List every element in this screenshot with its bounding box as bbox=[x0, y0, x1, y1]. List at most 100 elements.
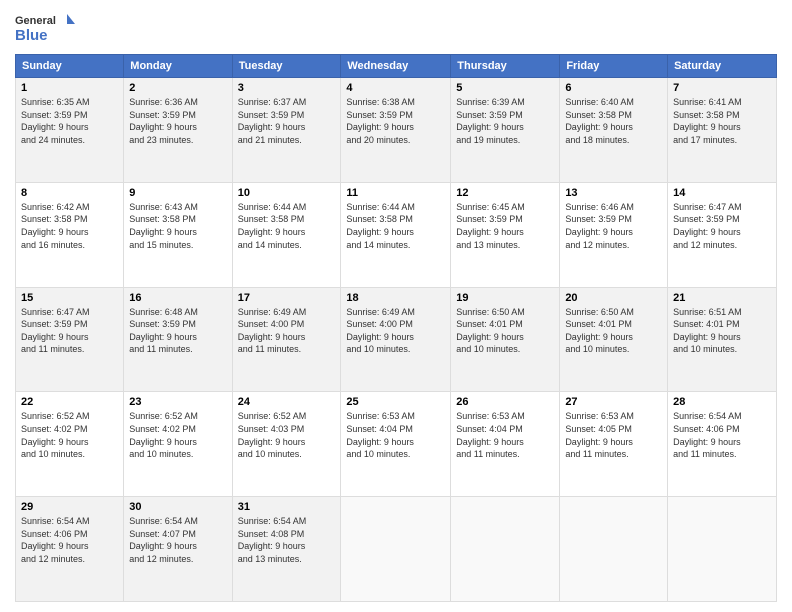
day-number: 15 bbox=[21, 292, 118, 304]
calendar-week-row: 8 Sunrise: 6:42 AM Sunset: 3:58 PM Dayli… bbox=[16, 182, 777, 287]
day-info: Sunrise: 6:35 AM Sunset: 3:59 PM Dayligh… bbox=[21, 96, 118, 146]
day-number: 21 bbox=[673, 292, 771, 304]
day-header-tuesday: Tuesday bbox=[232, 55, 341, 78]
calendar-cell bbox=[451, 497, 560, 602]
day-info: Sunrise: 6:53 AM Sunset: 4:04 PM Dayligh… bbox=[456, 410, 554, 460]
day-number: 1 bbox=[21, 82, 118, 94]
day-info: Sunrise: 6:36 AM Sunset: 3:59 PM Dayligh… bbox=[129, 96, 226, 146]
calendar-cell: 11 Sunrise: 6:44 AM Sunset: 3:58 PM Dayl… bbox=[341, 182, 451, 287]
calendar-cell: 16 Sunrise: 6:48 AM Sunset: 3:59 PM Dayl… bbox=[124, 287, 232, 392]
day-header-wednesday: Wednesday bbox=[341, 55, 451, 78]
calendar-week-row: 29 Sunrise: 6:54 AM Sunset: 4:06 PM Dayl… bbox=[16, 497, 777, 602]
day-number: 27 bbox=[565, 396, 662, 408]
day-number: 8 bbox=[21, 187, 118, 199]
day-number: 19 bbox=[456, 292, 554, 304]
calendar-cell: 17 Sunrise: 6:49 AM Sunset: 4:00 PM Dayl… bbox=[232, 287, 341, 392]
day-number: 25 bbox=[346, 396, 445, 408]
calendar-cell: 21 Sunrise: 6:51 AM Sunset: 4:01 PM Dayl… bbox=[668, 287, 777, 392]
day-number: 29 bbox=[21, 501, 118, 513]
day-header-monday: Monday bbox=[124, 55, 232, 78]
day-info: Sunrise: 6:52 AM Sunset: 4:03 PM Dayligh… bbox=[238, 410, 336, 460]
day-number: 30 bbox=[129, 501, 226, 513]
calendar-cell: 8 Sunrise: 6:42 AM Sunset: 3:58 PM Dayli… bbox=[16, 182, 124, 287]
day-number: 12 bbox=[456, 187, 554, 199]
day-number: 2 bbox=[129, 82, 226, 94]
calendar-cell: 25 Sunrise: 6:53 AM Sunset: 4:04 PM Dayl… bbox=[341, 392, 451, 497]
calendar-cell: 18 Sunrise: 6:49 AM Sunset: 4:00 PM Dayl… bbox=[341, 287, 451, 392]
calendar-cell: 12 Sunrise: 6:45 AM Sunset: 3:59 PM Dayl… bbox=[451, 182, 560, 287]
svg-text:General: General bbox=[15, 15, 56, 27]
day-header-sunday: Sunday bbox=[16, 55, 124, 78]
day-number: 22 bbox=[21, 396, 118, 408]
calendar-cell: 26 Sunrise: 6:53 AM Sunset: 4:04 PM Dayl… bbox=[451, 392, 560, 497]
calendar-cell: 3 Sunrise: 6:37 AM Sunset: 3:59 PM Dayli… bbox=[232, 78, 341, 183]
day-info: Sunrise: 6:49 AM Sunset: 4:00 PM Dayligh… bbox=[346, 306, 445, 356]
calendar-cell: 22 Sunrise: 6:52 AM Sunset: 4:02 PM Dayl… bbox=[16, 392, 124, 497]
calendar-cell: 30 Sunrise: 6:54 AM Sunset: 4:07 PM Dayl… bbox=[124, 497, 232, 602]
day-number: 13 bbox=[565, 187, 662, 199]
day-number: 5 bbox=[456, 82, 554, 94]
calendar-cell: 29 Sunrise: 6:54 AM Sunset: 4:06 PM Dayl… bbox=[16, 497, 124, 602]
day-number: 4 bbox=[346, 82, 445, 94]
day-info: Sunrise: 6:54 AM Sunset: 4:06 PM Dayligh… bbox=[673, 410, 771, 460]
calendar-cell: 1 Sunrise: 6:35 AM Sunset: 3:59 PM Dayli… bbox=[16, 78, 124, 183]
calendar-cell: 9 Sunrise: 6:43 AM Sunset: 3:58 PM Dayli… bbox=[124, 182, 232, 287]
day-info: Sunrise: 6:44 AM Sunset: 3:58 PM Dayligh… bbox=[346, 201, 445, 251]
day-info: Sunrise: 6:52 AM Sunset: 4:02 PM Dayligh… bbox=[129, 410, 226, 460]
calendar-cell bbox=[668, 497, 777, 602]
calendar-cell: 10 Sunrise: 6:44 AM Sunset: 3:58 PM Dayl… bbox=[232, 182, 341, 287]
calendar-cell: 15 Sunrise: 6:47 AM Sunset: 3:59 PM Dayl… bbox=[16, 287, 124, 392]
day-number: 6 bbox=[565, 82, 662, 94]
day-info: Sunrise: 6:41 AM Sunset: 3:58 PM Dayligh… bbox=[673, 96, 771, 146]
day-info: Sunrise: 6:54 AM Sunset: 4:06 PM Dayligh… bbox=[21, 515, 118, 565]
day-info: Sunrise: 6:39 AM Sunset: 3:59 PM Dayligh… bbox=[456, 96, 554, 146]
generalblue-logo: General Blue bbox=[15, 10, 75, 46]
day-info: Sunrise: 6:51 AM Sunset: 4:01 PM Dayligh… bbox=[673, 306, 771, 356]
calendar-cell: 28 Sunrise: 6:54 AM Sunset: 4:06 PM Dayl… bbox=[668, 392, 777, 497]
day-number: 18 bbox=[346, 292, 445, 304]
calendar-cell: 7 Sunrise: 6:41 AM Sunset: 3:58 PM Dayli… bbox=[668, 78, 777, 183]
calendar-cell: 31 Sunrise: 6:54 AM Sunset: 4:08 PM Dayl… bbox=[232, 497, 341, 602]
calendar-cell: 19 Sunrise: 6:50 AM Sunset: 4:01 PM Dayl… bbox=[451, 287, 560, 392]
day-number: 11 bbox=[346, 187, 445, 199]
day-number: 24 bbox=[238, 396, 336, 408]
page: General Blue SundayMondayTuesdayWednesda… bbox=[0, 0, 792, 612]
day-info: Sunrise: 6:54 AM Sunset: 4:08 PM Dayligh… bbox=[238, 515, 336, 565]
day-info: Sunrise: 6:53 AM Sunset: 4:04 PM Dayligh… bbox=[346, 410, 445, 460]
day-info: Sunrise: 6:43 AM Sunset: 3:58 PM Dayligh… bbox=[129, 201, 226, 251]
day-info: Sunrise: 6:50 AM Sunset: 4:01 PM Dayligh… bbox=[456, 306, 554, 356]
calendar-table: SundayMondayTuesdayWednesdayThursdayFrid… bbox=[15, 54, 777, 602]
day-info: Sunrise: 6:48 AM Sunset: 3:59 PM Dayligh… bbox=[129, 306, 226, 356]
svg-text:Blue: Blue bbox=[15, 27, 48, 44]
calendar-cell: 24 Sunrise: 6:52 AM Sunset: 4:03 PM Dayl… bbox=[232, 392, 341, 497]
day-info: Sunrise: 6:37 AM Sunset: 3:59 PM Dayligh… bbox=[238, 96, 336, 146]
calendar-cell: 23 Sunrise: 6:52 AM Sunset: 4:02 PM Dayl… bbox=[124, 392, 232, 497]
day-number: 3 bbox=[238, 82, 336, 94]
day-number: 28 bbox=[673, 396, 771, 408]
calendar-week-row: 15 Sunrise: 6:47 AM Sunset: 3:59 PM Dayl… bbox=[16, 287, 777, 392]
calendar-header-row: SundayMondayTuesdayWednesdayThursdayFrid… bbox=[16, 55, 777, 78]
day-number: 17 bbox=[238, 292, 336, 304]
calendar-cell: 27 Sunrise: 6:53 AM Sunset: 4:05 PM Dayl… bbox=[560, 392, 668, 497]
day-header-thursday: Thursday bbox=[451, 55, 560, 78]
day-header-saturday: Saturday bbox=[668, 55, 777, 78]
day-info: Sunrise: 6:54 AM Sunset: 4:07 PM Dayligh… bbox=[129, 515, 226, 565]
day-info: Sunrise: 6:46 AM Sunset: 3:59 PM Dayligh… bbox=[565, 201, 662, 251]
day-info: Sunrise: 6:47 AM Sunset: 3:59 PM Dayligh… bbox=[673, 201, 771, 251]
day-number: 31 bbox=[238, 501, 336, 513]
day-info: Sunrise: 6:40 AM Sunset: 3:58 PM Dayligh… bbox=[565, 96, 662, 146]
calendar-cell bbox=[560, 497, 668, 602]
day-info: Sunrise: 6:45 AM Sunset: 3:59 PM Dayligh… bbox=[456, 201, 554, 251]
day-number: 20 bbox=[565, 292, 662, 304]
day-number: 9 bbox=[129, 187, 226, 199]
calendar-week-row: 22 Sunrise: 6:52 AM Sunset: 4:02 PM Dayl… bbox=[16, 392, 777, 497]
calendar-cell: 13 Sunrise: 6:46 AM Sunset: 3:59 PM Dayl… bbox=[560, 182, 668, 287]
day-info: Sunrise: 6:42 AM Sunset: 3:58 PM Dayligh… bbox=[21, 201, 118, 251]
day-number: 23 bbox=[129, 396, 226, 408]
day-number: 16 bbox=[129, 292, 226, 304]
day-number: 14 bbox=[673, 187, 771, 199]
calendar-cell: 14 Sunrise: 6:47 AM Sunset: 3:59 PM Dayl… bbox=[668, 182, 777, 287]
day-number: 7 bbox=[673, 82, 771, 94]
calendar-cell: 20 Sunrise: 6:50 AM Sunset: 4:01 PM Dayl… bbox=[560, 287, 668, 392]
day-number: 26 bbox=[456, 396, 554, 408]
